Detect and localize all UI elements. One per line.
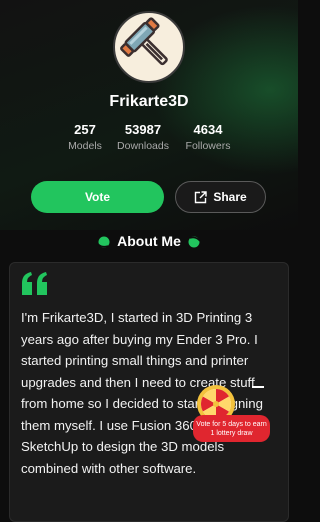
share-button[interactable]: Share [175, 181, 266, 213]
stat-followers: 4634 Followers [168, 122, 248, 152]
profile-name: Frikarte3D [109, 93, 189, 110]
share-icon [195, 190, 208, 203]
about-title: About Me [117, 233, 181, 249]
about-text: I'm Frikarte3D, I started in 3D Printing… [21, 310, 263, 476]
vote-button[interactable]: Vote [31, 181, 164, 213]
avatar[interactable] [113, 11, 185, 83]
minus-icon[interactable] [252, 386, 264, 388]
stat-value: 4634 [193, 122, 223, 137]
leaf-right-icon [188, 236, 201, 248]
share-label: Share [213, 190, 247, 204]
hammer-icon [120, 17, 168, 66]
quote-icon [22, 272, 47, 295]
stat-label: Followers [185, 140, 231, 152]
about-card: I'm Frikarte3D, I started in 3D Printing… [9, 262, 289, 522]
promo-banner[interactable]: Vote for 5 days to earn 1 lottery draw [193, 415, 270, 442]
